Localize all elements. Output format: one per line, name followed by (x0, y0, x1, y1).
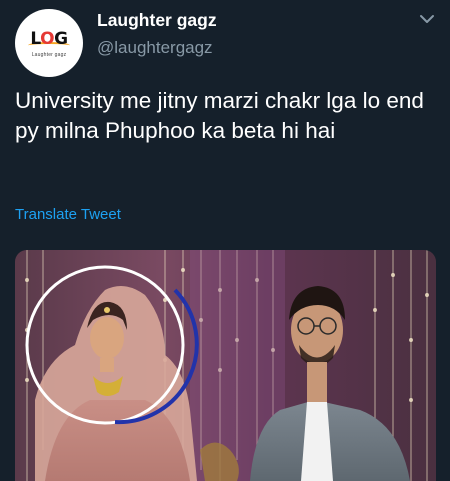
author-handle[interactable]: @laughtergagz (97, 38, 213, 58)
laughter-gagz-logo: LOG Laughter gagz (22, 28, 76, 58)
translate-tweet-link[interactable]: Translate Tweet (15, 206, 121, 223)
chevron-down-icon[interactable] (418, 12, 436, 26)
author-name[interactable]: Laughter gagz (97, 10, 217, 31)
tweet-photo[interactable] (15, 250, 436, 481)
logo-subtext: Laughter gagz (31, 52, 67, 58)
photo-drawing (15, 250, 436, 481)
avatar[interactable]: LOG Laughter gagz (15, 9, 83, 77)
tweet: LOG Laughter gagz Laughter gagz @laughte… (0, 0, 450, 481)
tweet-text: University me jitny marzi chakr lga lo e… (15, 88, 424, 143)
logo-text: LOG (30, 29, 68, 49)
